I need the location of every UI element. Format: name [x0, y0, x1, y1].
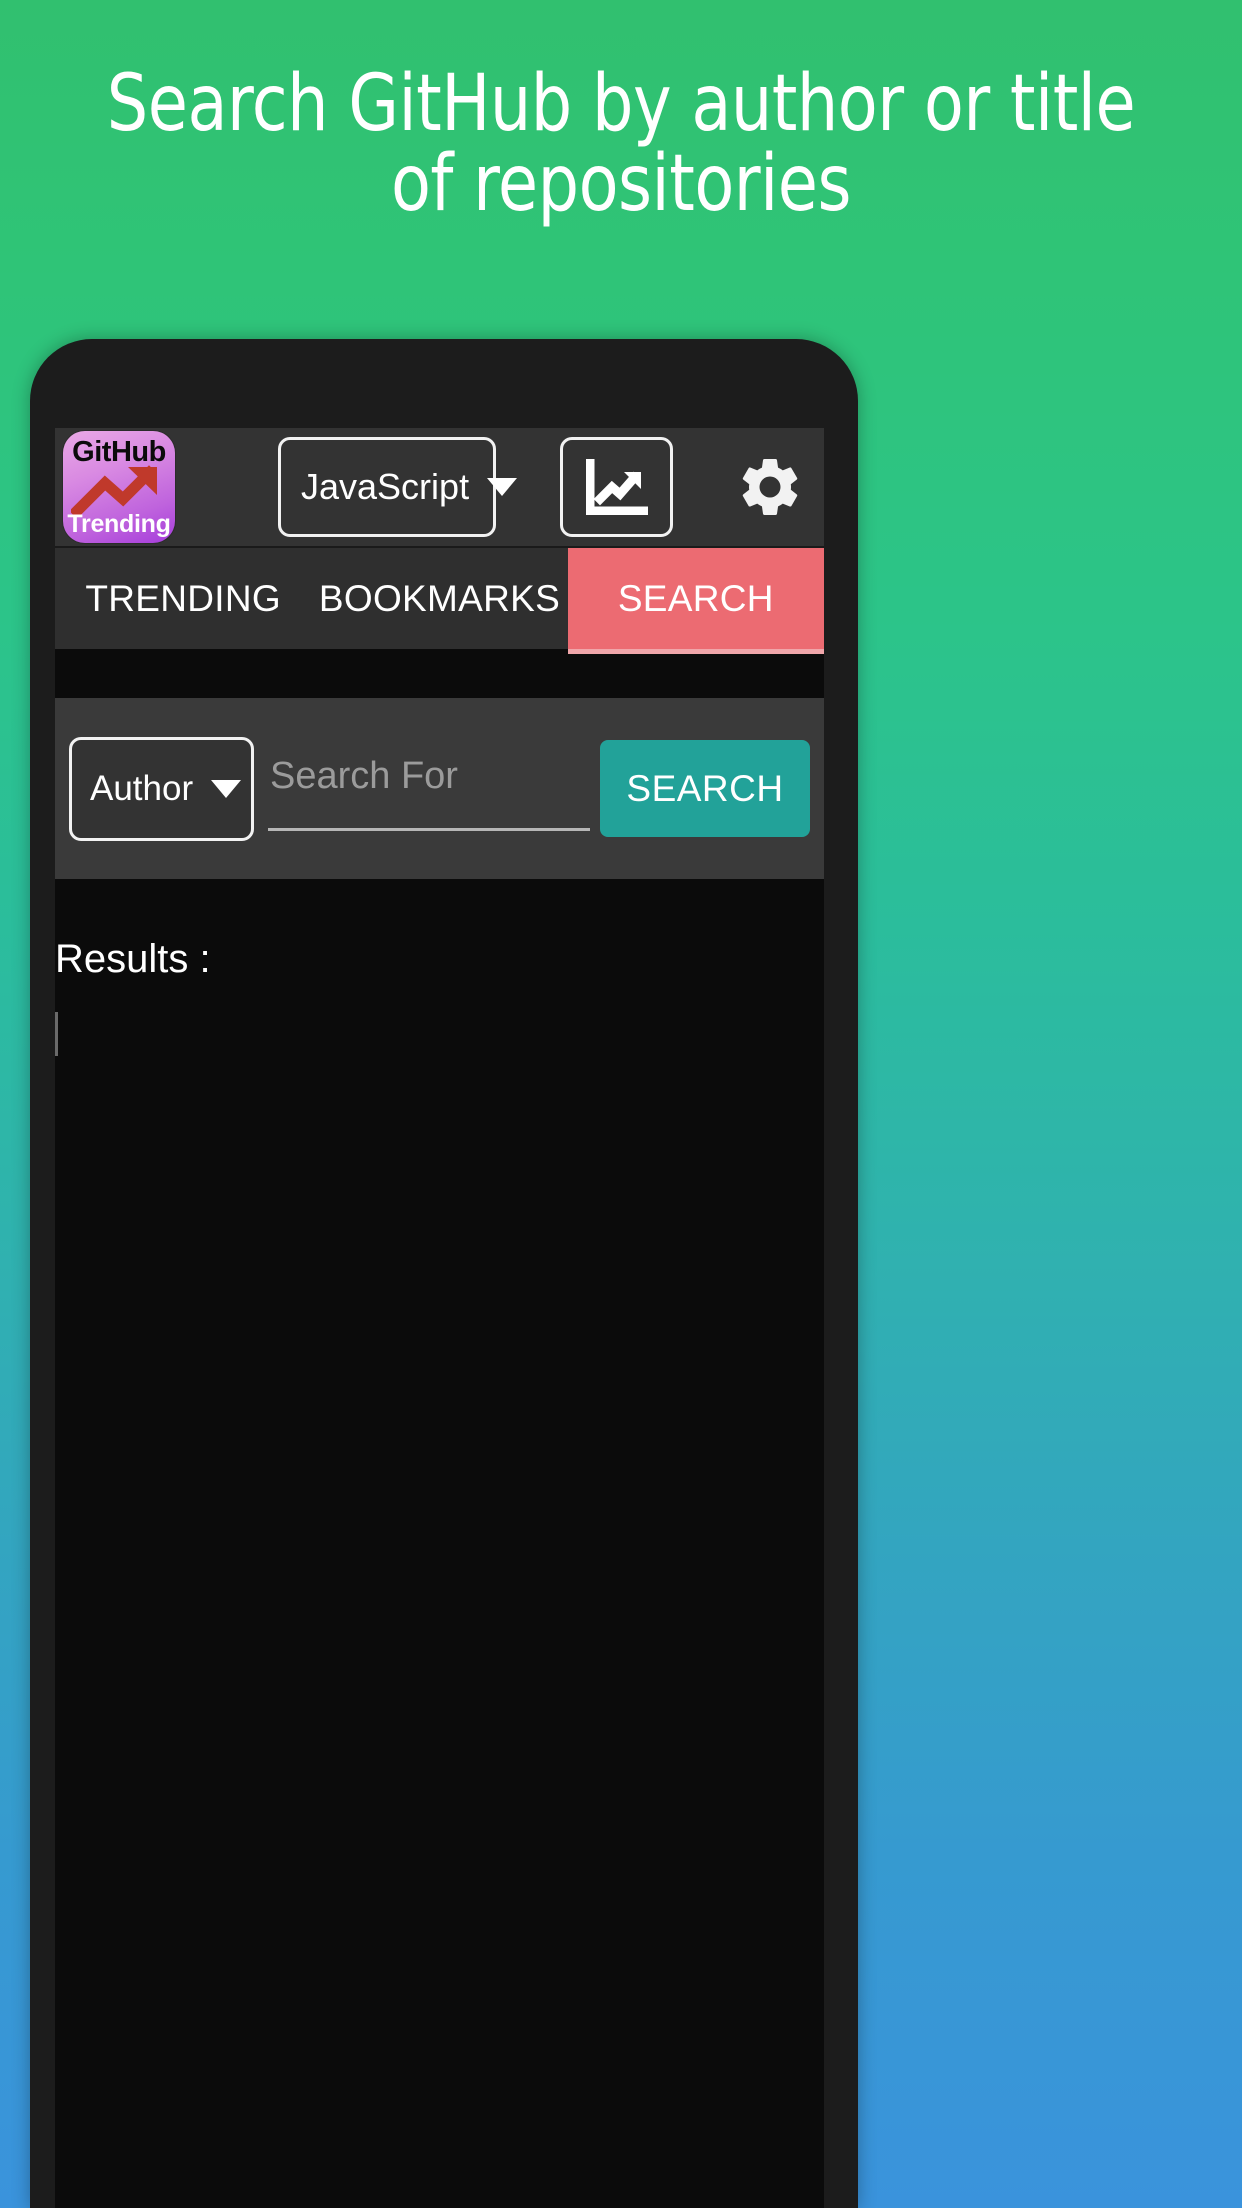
search-type-dropdown-value: Author	[90, 768, 194, 808]
app-logo: GitHub Trending	[63, 431, 175, 543]
chart-button[interactable]	[560, 437, 673, 537]
phone-mockup: GitHub Trending JavaScript TRENDING BOOK…	[30, 339, 858, 2208]
tab-search[interactable]: SEARCH	[567, 548, 824, 649]
app-viewport: GitHub Trending JavaScript TRENDING BOOK…	[55, 428, 824, 2208]
search-type-dropdown[interactable]: Author	[69, 736, 254, 841]
tab-content-gap	[55, 654, 824, 698]
language-dropdown[interactable]: JavaScript	[278, 437, 518, 537]
search-submit-button[interactable]: SEARCH	[600, 740, 810, 837]
language-dropdown-value: JavaScript	[301, 466, 470, 507]
promo-headline-line1: Search GitHub by author or title	[106, 59, 1136, 149]
tab-trending[interactable]: TRENDING	[55, 548, 312, 649]
results-list-cursor	[55, 1012, 58, 1056]
search-bar: Author Search For SEARCH	[55, 698, 824, 879]
search-input-placeholder: Search For	[270, 754, 458, 797]
search-input-underline	[268, 827, 590, 831]
chevron-down-icon	[211, 779, 242, 798]
results-area: Results :	[55, 879, 824, 1779]
tab-bookmarks[interactable]: BOOKMARKS	[311, 548, 568, 649]
results-label: Results :	[55, 937, 211, 981]
gear-icon	[742, 458, 798, 515]
tab-bar: TRENDING BOOKMARKS SEARCH	[55, 546, 824, 649]
promo-headline-line2: of repositories	[390, 139, 852, 230]
promo-screenshot: Search GitHub by author or title of repo…	[0, 0, 1242, 2208]
trending-arrow-icon	[71, 465, 157, 517]
app-toolbar: GitHub Trending JavaScript	[55, 428, 824, 546]
line-chart-icon	[585, 459, 648, 515]
search-input[interactable]: Search For	[268, 737, 590, 841]
chevron-down-icon	[487, 478, 518, 496]
app-logo-bottom-text: Trending	[67, 510, 171, 538]
settings-button[interactable]	[735, 452, 805, 522]
promo-headline: Search GitHub by author or title of repo…	[43, 64, 1198, 225]
